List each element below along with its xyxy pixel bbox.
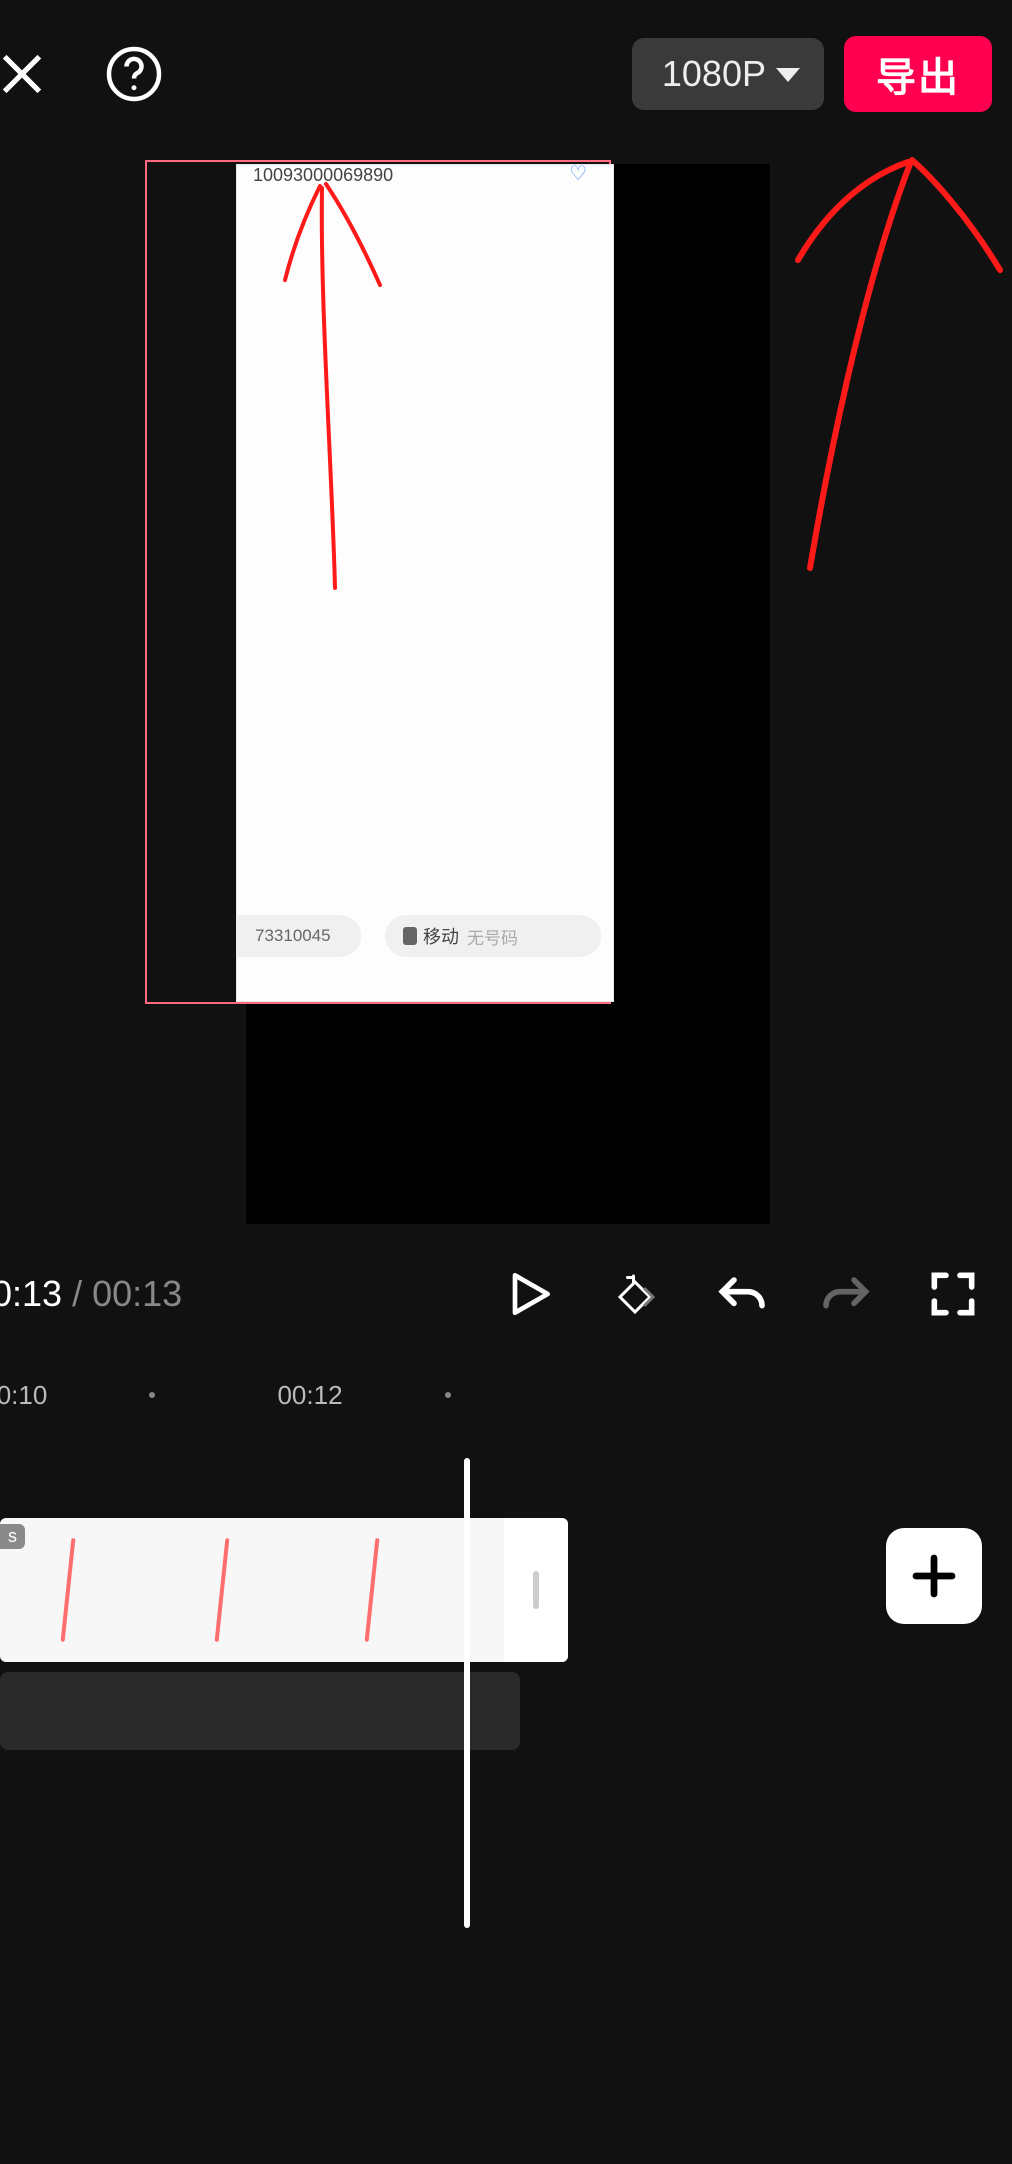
video-clip[interactable]: s — [0, 1518, 568, 1662]
preview-content: 10093000069890 ♡ 73310045 移动 无号码 — [236, 164, 614, 1002]
pill-phone-number: 73310045 — [237, 915, 361, 957]
clip-tag: s — [0, 1524, 25, 1549]
time-display: 0:13 / 00:13 — [0, 1273, 182, 1315]
time-current: 0:13 — [0, 1273, 62, 1315]
fullscreen-button[interactable] — [924, 1265, 982, 1323]
resolution-dropdown[interactable]: 1080P — [632, 38, 824, 110]
resolution-label: 1080P — [662, 53, 766, 95]
audio-track[interactable] — [0, 1672, 520, 1750]
clip-frame-mark — [215, 1538, 230, 1642]
clip-frame-mark — [365, 1538, 380, 1642]
sim-status-text: 无号码 — [467, 924, 518, 949]
heart-icon: ♡ — [569, 164, 587, 186]
chevron-down-icon — [776, 68, 800, 82]
close-icon[interactable] — [0, 48, 48, 100]
playhead[interactable] — [464, 1458, 470, 1928]
ruler-dot — [149, 1392, 155, 1398]
clip-trim-handle[interactable] — [504, 1518, 568, 1662]
play-button[interactable] — [500, 1265, 558, 1323]
sim-carrier-text: 移动 — [423, 923, 459, 949]
undo-button[interactable] — [712, 1265, 770, 1323]
time-separator: / — [72, 1273, 82, 1315]
clip-frame-mark — [61, 1538, 76, 1642]
ruler-tick: 00:12 — [277, 1380, 342, 1411]
timeline-ruler: 0:10 00:12 — [0, 1370, 1012, 1428]
keyframe-button[interactable] — [606, 1265, 664, 1323]
track-canvas[interactable]: s — [0, 1428, 1012, 1968]
ruler-dot — [445, 1392, 451, 1398]
pill-sim-status: 移动 无号码 — [385, 915, 601, 957]
export-button-label: 导出 — [876, 45, 960, 103]
help-icon[interactable] — [104, 44, 164, 104]
dialed-number-text: 10093000069890 — [253, 165, 393, 186]
sim-icon — [403, 927, 417, 945]
pill-left-text: 73310045 — [255, 926, 331, 946]
redo-button — [818, 1265, 876, 1323]
ruler-tick: 0:10 — [0, 1380, 47, 1411]
timeline[interactable]: 0:10 00:12 s — [0, 1370, 1012, 1970]
export-button[interactable]: 导出 — [844, 36, 992, 112]
add-clip-button[interactable] — [886, 1528, 982, 1624]
time-total: 00:13 — [92, 1273, 182, 1315]
